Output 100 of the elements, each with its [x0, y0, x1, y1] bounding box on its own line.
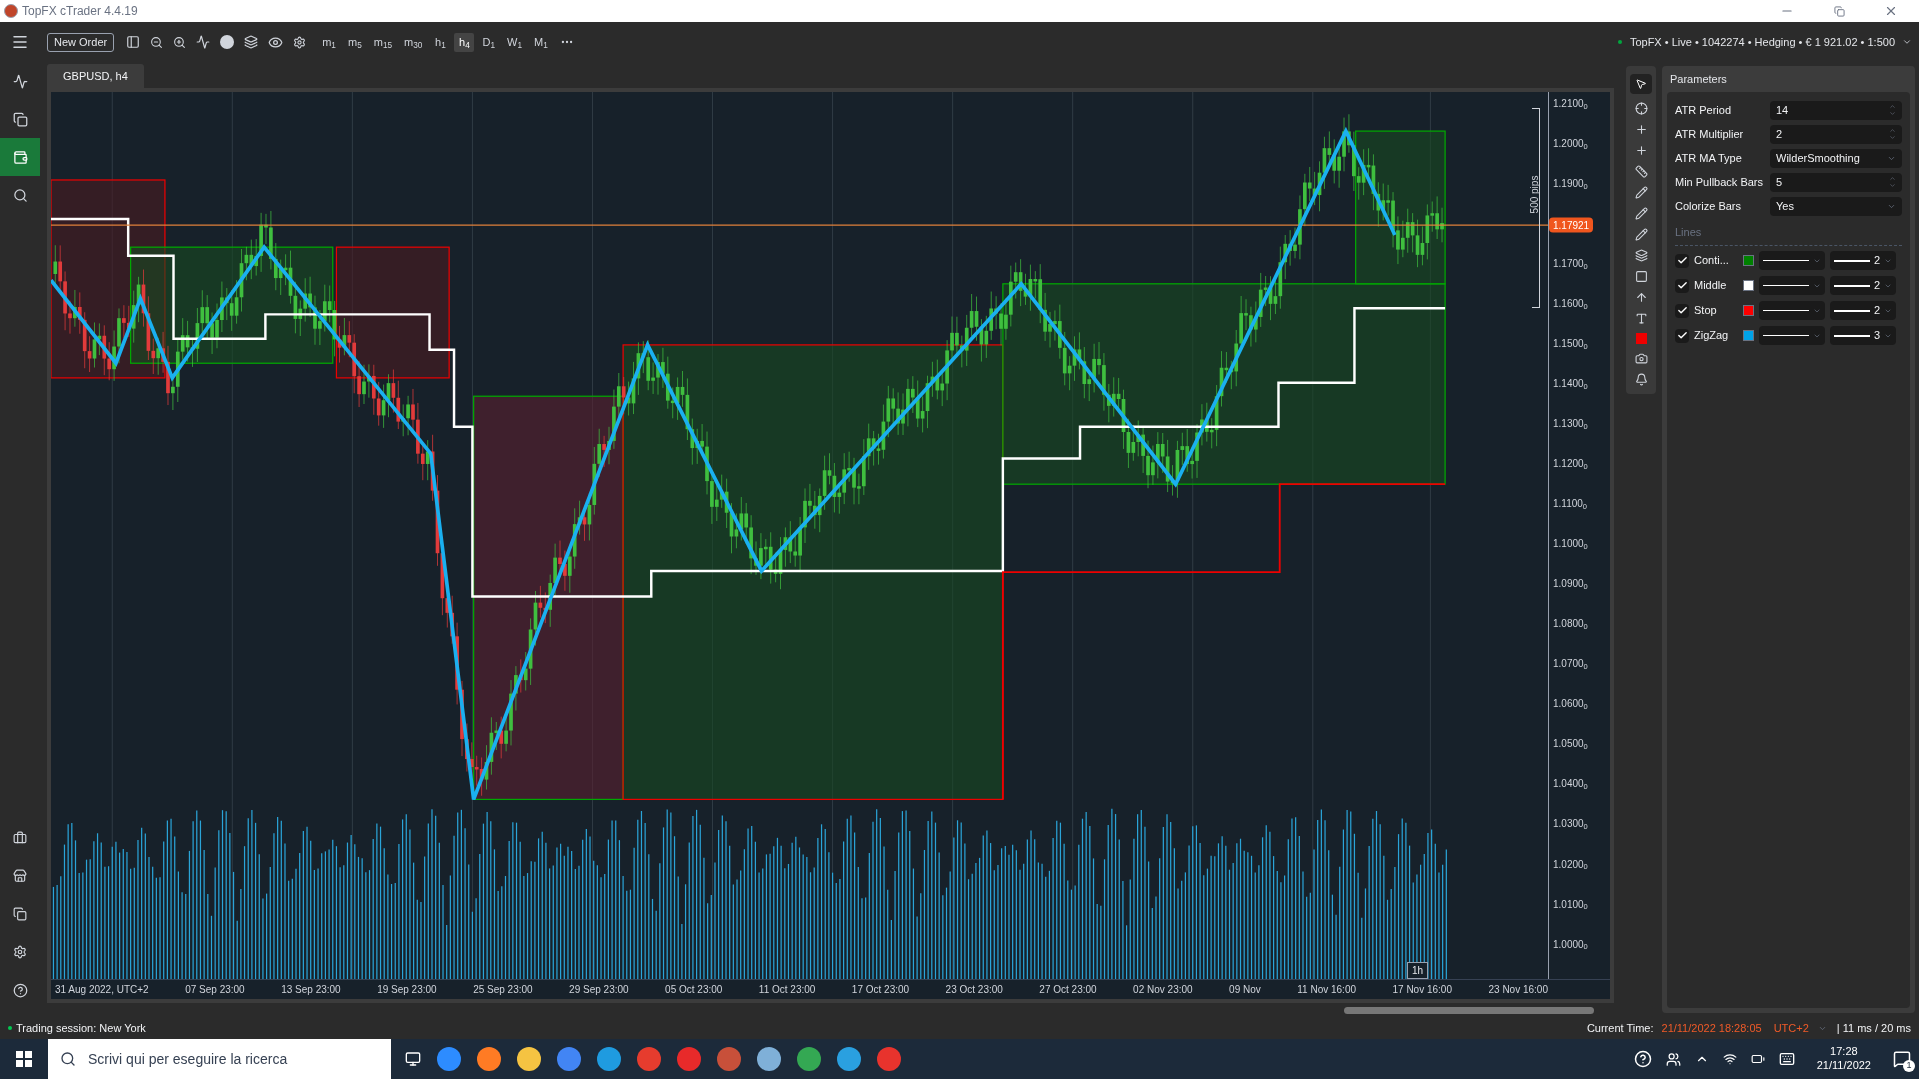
pointer-icon[interactable]: [1635, 78, 1647, 90]
restore-icon[interactable]: [1833, 5, 1845, 17]
current-time-value: 21/11/2022 18:28:05: [1661, 1020, 1762, 1036]
parameter-label: Colorize Bars: [1675, 198, 1743, 214]
line-thickness-dropdown[interactable]: 3: [1830, 326, 1896, 345]
line-color-swatch[interactable]: [1743, 330, 1754, 341]
number-field[interactable]: 5: [1770, 172, 1902, 192]
taskbar-app-icon[interactable]: [797, 1047, 821, 1071]
windows-start-icon[interactable]: [16, 1051, 32, 1067]
latency-text: | 11 ms / 20 ms: [1836, 1020, 1911, 1036]
panel-title: Parameters: [1669, 71, 1728, 87]
rectangle-icon[interactable]: [1634, 270, 1648, 283]
pips-label: 500 pips: [1528, 175, 1542, 214]
line-style-dropdown[interactable]: [1759, 276, 1825, 295]
price-axis-label: 1.2000$_{0}$: [1553, 136, 1588, 151]
line-checkbox[interactable]: [1675, 278, 1689, 293]
timeframe-button[interactable]: m$_{5}$: [343, 32, 366, 52]
layers-icon[interactable]: [1634, 249, 1648, 262]
scrollbar-thumb[interactable]: [1344, 1006, 1594, 1014]
pencil-icon[interactable]: [1634, 186, 1648, 199]
dropdown-field[interactable]: WilderSmoothing: [1770, 148, 1902, 168]
people-icon[interactable]: [1665, 1051, 1681, 1067]
pencil-icon[interactable]: [1634, 207, 1648, 220]
chart-tab[interactable]: GBPUSD, h4: [47, 64, 144, 88]
account-info: TopFX • Live • 1042274 • Hedging • € 1 921.02 • 1:500: [1629, 34, 1895, 50]
arrow-up-icon[interactable]: [1634, 291, 1648, 304]
zoom-in-icon[interactable]: [173, 35, 187, 49]
help-icon[interactable]: [12, 982, 28, 998]
taskbar-app-icon[interactable]: [517, 1047, 541, 1071]
timeframe-button[interactable]: m$_{1}$: [318, 32, 340, 52]
copy-icon[interactable]: [13, 907, 27, 921]
taskbar-app-icon[interactable]: [477, 1047, 501, 1071]
line-checkbox[interactable]: [1675, 328, 1689, 343]
search-icon: [12, 187, 28, 203]
dropdown-caret-icon[interactable]: [1902, 37, 1912, 47]
new-order-button[interactable]: New Order: [47, 32, 115, 52]
menu-icon[interactable]: [11, 33, 29, 51]
battery-icon[interactable]: [1750, 1052, 1765, 1066]
taskbar-search-field[interactable]: Scrivi qui per eseguire la ricerca: [48, 1039, 391, 1079]
line-thickness-dropdown[interactable]: 2: [1830, 301, 1896, 320]
taskbar-app-icon[interactable]: [597, 1047, 621, 1071]
crosshair-icon[interactable]: [1634, 102, 1648, 115]
time-axis-label: 11 Oct 23:00: [758, 983, 816, 997]
line-color-swatch[interactable]: [1743, 280, 1754, 291]
timeframe-button[interactable]: h$_{4}$: [454, 32, 475, 52]
number-field[interactable]: 14: [1770, 100, 1902, 120]
parameter-label: ATR MA Type: [1675, 150, 1743, 166]
line-style-dropdown[interactable]: [1759, 326, 1825, 345]
color-picker-swatch[interactable]: [1635, 333, 1647, 344]
timezone-label: UTC+2: [1773, 1020, 1809, 1036]
price-axis-label: 1.1100$_{0}$: [1553, 496, 1587, 511]
line-style-dropdown[interactable]: [1759, 251, 1825, 270]
eye-icon[interactable]: [268, 34, 284, 50]
keyboard-icon[interactable]: [1778, 1051, 1795, 1067]
close-icon[interactable]: [1884, 4, 1898, 18]
timeframe-button[interactable]: m$_{30}$: [400, 32, 427, 52]
trading-session-text: Trading session: New York: [16, 1020, 146, 1036]
line-thickness-dropdown[interactable]: 2: [1830, 276, 1896, 295]
line-style-dropdown[interactable]: [1759, 301, 1825, 320]
clock-time: 17:28: [1830, 1045, 1858, 1059]
price-axis-label: 1.1000$_{0}$: [1553, 536, 1588, 551]
settings-icon[interactable]: [13, 945, 27, 959]
taskbar-app-icon[interactable]: [437, 1047, 461, 1071]
timeframe-button[interactable]: W$_{1}$: [503, 32, 526, 52]
line-checkbox[interactable]: [1675, 303, 1689, 318]
zoom-out-icon[interactable]: [150, 35, 164, 49]
timeframe-button[interactable]: M$_{1}$: [529, 32, 552, 52]
pencil-icon[interactable]: [1634, 228, 1648, 241]
text-icon[interactable]: [1634, 312, 1648, 325]
parameter-label: ATR Period: [1675, 102, 1733, 118]
timeframe-button[interactable]: m$_{15}$: [369, 32, 397, 52]
camera-icon[interactable]: [1634, 352, 1648, 365]
timeframe-button[interactable]: D$_{1}$: [478, 32, 499, 52]
number-field[interactable]: 2: [1770, 124, 1902, 144]
line-checkbox[interactable]: [1675, 253, 1689, 268]
taskbar-app-icon[interactable]: [557, 1047, 581, 1071]
taskbar-app-icon[interactable]: [837, 1047, 861, 1071]
store-icon[interactable]: [13, 869, 27, 883]
bell-icon[interactable]: [1634, 373, 1648, 386]
wifi-icon[interactable]: [1722, 1052, 1737, 1066]
layout-icon[interactable]: [126, 35, 141, 49]
search-input[interactable]: Scrivi qui per eseguire la ricerca: [88, 1048, 379, 1070]
timeframe-button[interactable]: h$_{1}$: [430, 32, 451, 52]
task-view-icon[interactable]: [405, 1051, 421, 1067]
dropdown-field[interactable]: Yes: [1770, 196, 1902, 216]
sidebar-item[interactable]: [0, 138, 40, 176]
price-axis-label: 1.0500$_{0}$: [1553, 736, 1588, 751]
layers-icon[interactable]: [244, 35, 259, 49]
plus-icon[interactable]: [1634, 123, 1648, 136]
copy-icon: [12, 111, 28, 127]
settings-icon[interactable]: [293, 35, 307, 49]
line-color-swatch[interactable]: [1743, 305, 1754, 316]
plus-icon[interactable]: [1634, 144, 1648, 157]
price-axis-label: 1.0200$_{0}$: [1553, 857, 1588, 871]
ruler-icon[interactable]: [1634, 165, 1648, 178]
line-color-swatch[interactable]: [1743, 255, 1754, 266]
briefcase-icon[interactable]: [13, 831, 27, 845]
line-thickness-dropdown[interactable]: 2: [1830, 251, 1896, 270]
taskbar-app-icon[interactable]: [757, 1047, 781, 1071]
notifications-icon[interactable]: [1893, 1050, 1911, 1068]
